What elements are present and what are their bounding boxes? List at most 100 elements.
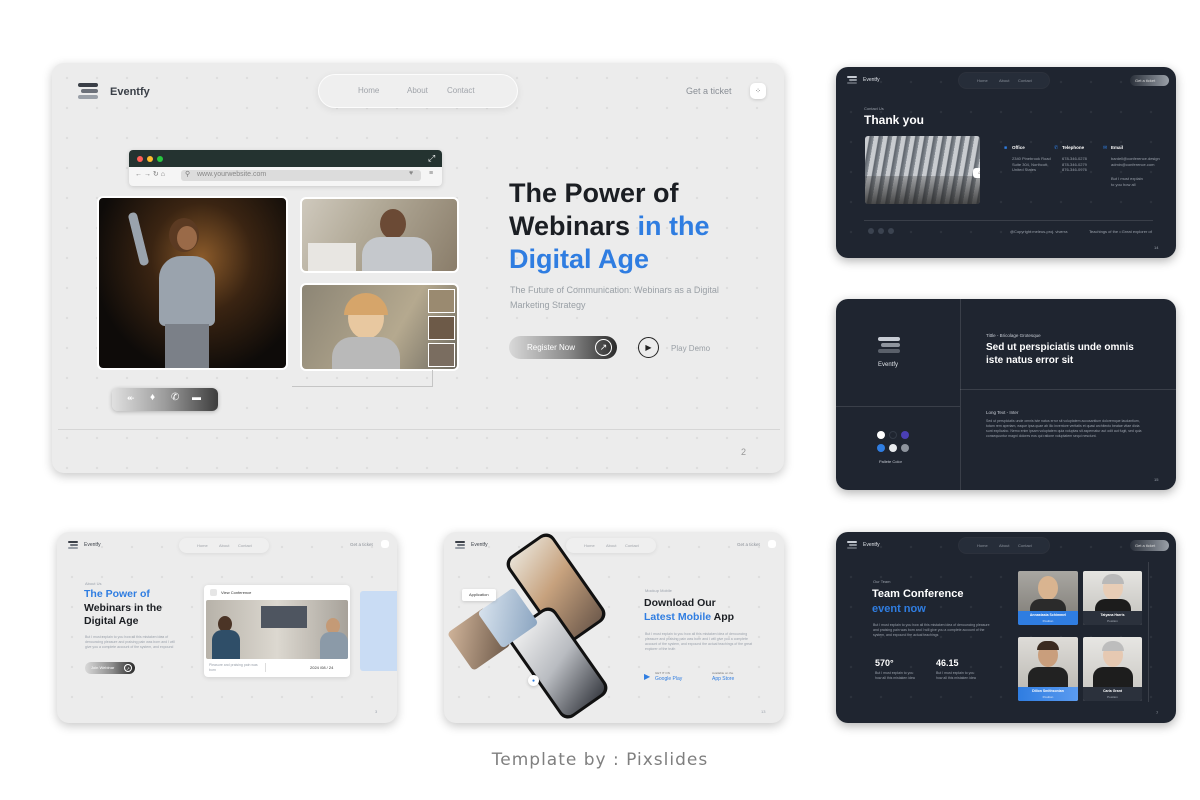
title-line2: Webinars in the xyxy=(84,601,162,614)
nav-contact[interactable]: Contact xyxy=(1018,78,1032,83)
team-member-card[interactable]: Carla Grant Position xyxy=(1083,637,1142,701)
nav-home[interactable]: Home xyxy=(977,543,988,548)
team-member-card[interactable]: Tatyana Harris Position xyxy=(1083,571,1142,625)
member-role: Position xyxy=(1042,695,1054,699)
about-slide: Eventfy Home About Contact Get a ticket … xyxy=(57,532,397,723)
get-ticket-button[interactable]: Get a ticket xyxy=(1130,540,1169,551)
maximize-dot xyxy=(157,156,163,162)
body-sample: Sed ut perspiciatis unde omnis iste natu… xyxy=(986,419,1142,438)
register-now-button[interactable]: Register Now ↗ xyxy=(509,336,617,359)
terms-text: Teachings of the • Great explorer of xyxy=(1089,229,1152,234)
top-nav: Home About Contact xyxy=(179,538,269,553)
page-number: 14 xyxy=(1154,245,1159,250)
nav-about[interactable]: About xyxy=(407,86,428,95)
font-tag: Tittle - Bricolage Grotesque xyxy=(986,333,1041,338)
nav-contact[interactable]: Contact xyxy=(238,543,252,548)
section-tag: Contact Us xyxy=(864,106,884,111)
email-label: Email xyxy=(1111,145,1124,150)
phone-text: 678-346-0278 878-346-0279 876-346-0976 xyxy=(1062,156,1087,173)
page-number: 3 xyxy=(375,709,378,714)
arrow-icon[interactable]: ↞ xyxy=(127,393,135,404)
eventfy-logo-icon xyxy=(78,83,98,101)
main-slide: Eventfy Home About Contact Get a ticket … xyxy=(52,63,784,473)
blue-accent-block xyxy=(360,591,397,671)
nav-home[interactable]: Home xyxy=(358,86,379,95)
menu-dots-icon[interactable] xyxy=(768,540,776,548)
section-title: Download Our Latest Mobile App xyxy=(644,597,734,624)
call-controls: ↞ ♦ ✆ ▬ xyxy=(112,388,218,411)
menu-icon[interactable]: ≡ xyxy=(429,170,433,177)
palette-swatch xyxy=(901,444,909,452)
get-ticket-label: Get a ticket xyxy=(1135,543,1156,548)
team-member-card[interactable]: Dillon Smithsonian Position xyxy=(1018,637,1078,701)
get-ticket-link[interactable]: Get a ticket xyxy=(737,542,760,547)
social-icon[interactable] xyxy=(868,228,874,234)
google-play-button[interactable]: ▶ GET IT ON Google Play xyxy=(644,671,688,683)
phone-icon[interactable]: ✆ xyxy=(171,392,179,403)
section-tag: Our Team xyxy=(873,579,891,584)
url-bar[interactable]: ⚲ www.yourwebsite.com ♥ xyxy=(181,170,421,181)
palette-swatch xyxy=(901,431,909,439)
nav-contact[interactable]: Contact xyxy=(1018,543,1032,548)
card-text: Pleasure and praising pain was born xyxy=(209,663,258,672)
section-body: But I must explain to you how all this m… xyxy=(873,623,990,637)
play-icon[interactable]: ▶ xyxy=(638,337,659,358)
team-member-card[interactable]: Annastasia Schimmel Position xyxy=(1018,571,1078,625)
section-title: Team Conference event now xyxy=(872,587,964,616)
title-line2a: Latest Mobile xyxy=(644,610,712,623)
nav-contact[interactable]: Contact xyxy=(447,86,475,95)
location-icon: ● xyxy=(528,675,539,686)
member-name: Tatyana Harris xyxy=(1100,613,1125,617)
brand-name: Eventfy xyxy=(471,542,488,548)
title-line2: event now xyxy=(872,602,926,615)
chat-icon[interactable]: ▬ xyxy=(192,392,201,402)
get-ticket-link[interactable]: Get a ticket xyxy=(350,542,373,547)
play-demo-label[interactable]: Play Demo xyxy=(671,344,710,353)
social-icon[interactable] xyxy=(878,228,884,234)
woman-headset-photo xyxy=(300,283,459,371)
eventfy-logo-icon xyxy=(878,337,900,355)
arrow-up-right-icon: ↗ xyxy=(595,339,612,356)
nav-contact[interactable]: Contact xyxy=(625,543,639,548)
stat-1-value: 570° xyxy=(875,658,894,668)
card-icon xyxy=(210,589,217,596)
social-icon[interactable] xyxy=(888,228,894,234)
stat-2-value: 46.15 xyxy=(936,658,959,668)
get-ticket-link[interactable]: Get a ticket xyxy=(686,86,732,96)
title-line3: Digital Age xyxy=(84,615,139,627)
man-laptop-photo xyxy=(300,197,459,273)
hero-title: The Power of Webinars in the Digital Age xyxy=(509,177,710,276)
conference-card: View Conference Pleasure and praising pa… xyxy=(204,585,350,677)
google-play-small: GET IT ON xyxy=(655,671,670,675)
nav-about[interactable]: About xyxy=(999,543,1009,548)
nav-home[interactable]: Home xyxy=(584,543,595,548)
application-badge: Application xyxy=(462,589,496,601)
nav-about[interactable]: About xyxy=(219,543,229,548)
title-line2b: App xyxy=(711,610,735,623)
arrow-up-right-icon: ↗ xyxy=(124,664,132,672)
hero-title-line2a: Webinars xyxy=(509,211,638,241)
section-tag: Mockup Mobile xyxy=(645,588,672,593)
brand-name: Eventfy xyxy=(863,77,880,83)
eventfy-logo-icon xyxy=(847,76,857,86)
get-ticket-button[interactable]: Get a ticket xyxy=(1130,75,1169,86)
menu-dots-icon[interactable]: ⁘ xyxy=(750,83,766,99)
app-store-button[interactable]: Available on the App Store xyxy=(701,671,745,683)
nav-home[interactable]: Home xyxy=(197,543,208,548)
card-date: 2024 /08 / 24 xyxy=(310,665,334,670)
hero-title-line3: Digital Age xyxy=(509,244,650,274)
join-webinar-button[interactable]: Join Webinar ↗ xyxy=(85,662,135,674)
member-role: Position xyxy=(1042,619,1054,623)
nav-about[interactable]: About xyxy=(606,543,616,548)
email-text: bardell@conference.design admin@conferen… xyxy=(1111,156,1160,167)
nav-about[interactable]: About xyxy=(999,78,1009,83)
member-name: Carla Grant xyxy=(1102,689,1123,693)
back-icon[interactable]: ← → ↻ ⌂ xyxy=(135,170,165,178)
nav-home[interactable]: Home xyxy=(977,78,988,83)
brand-name: Eventfy xyxy=(863,542,880,548)
microphone-icon[interactable]: ♦ xyxy=(150,392,155,403)
menu-dots-icon[interactable] xyxy=(381,540,389,548)
top-nav: Home About Contact xyxy=(318,74,518,108)
expand-icon[interactable]: ⤢ xyxy=(428,153,435,164)
title-line1: Team Conference xyxy=(872,588,964,600)
